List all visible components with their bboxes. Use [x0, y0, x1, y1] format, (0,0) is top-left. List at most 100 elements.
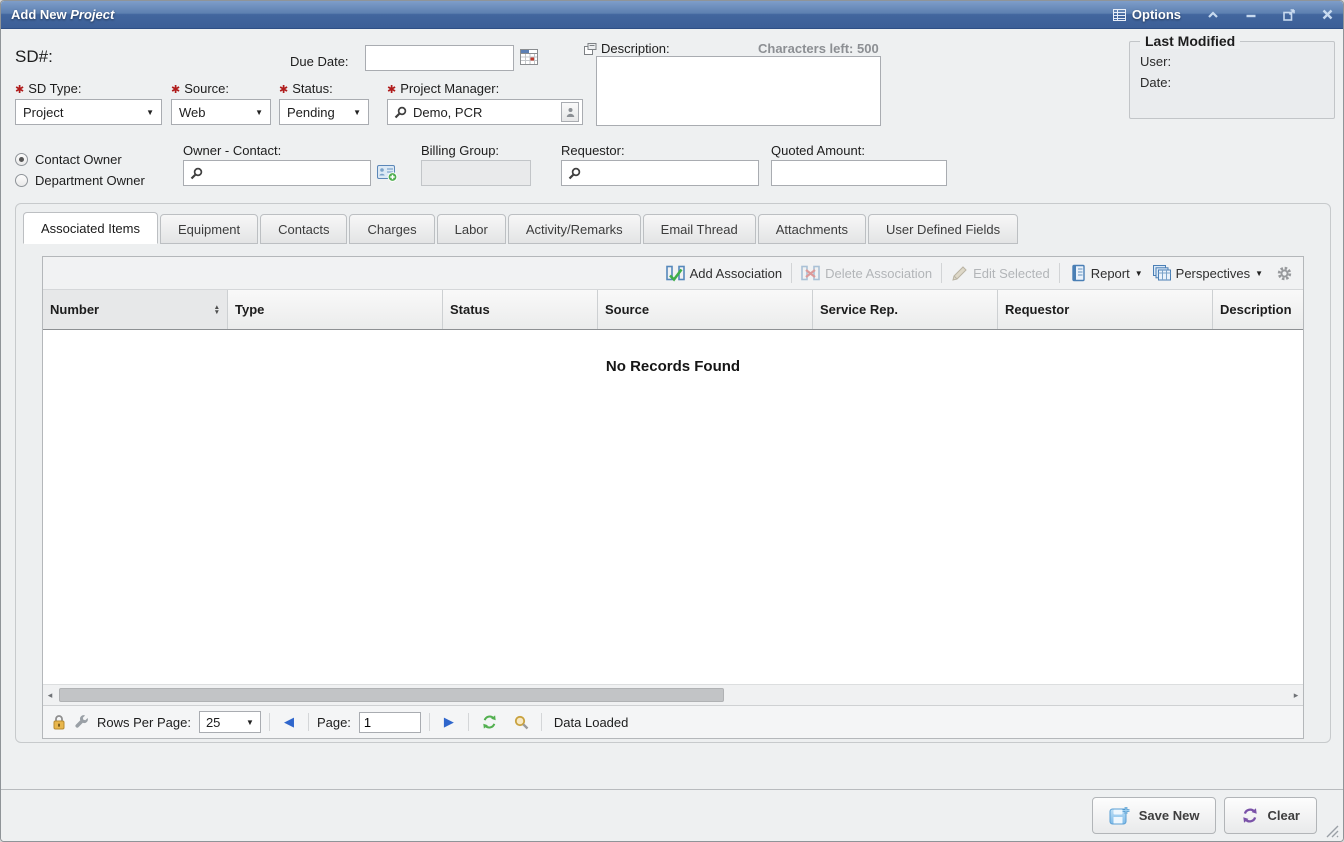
- required-asterisk-icon: ✱: [171, 84, 180, 96]
- quoted-amount-input[interactable]: [771, 160, 947, 186]
- due-date-input[interactable]: [365, 45, 514, 71]
- column-header-number[interactable]: Number ▲▼: [43, 290, 228, 329]
- tab-strip: Associated Items Equipment Contacts Char…: [23, 212, 1018, 244]
- column-header-source[interactable]: Source: [598, 290, 813, 329]
- required-asterisk-icon: ✱: [15, 84, 24, 96]
- titlebar: Add New Project Options: [1, 1, 1343, 29]
- billing-group-label: Billing Group:: [421, 143, 499, 158]
- column-header-service-rep[interactable]: Service Rep.: [813, 290, 998, 329]
- tab-email-thread[interactable]: Email Thread: [643, 214, 756, 244]
- page-input[interactable]: [359, 712, 421, 733]
- pager-separator: [429, 713, 430, 731]
- next-page-icon[interactable]: ▶: [438, 714, 460, 730]
- contact-owner-radio[interactable]: Contact Owner: [15, 152, 122, 167]
- tab-associated-items[interactable]: Associated Items: [23, 212, 158, 244]
- search-icon: [568, 167, 581, 180]
- required-asterisk-icon: ✱: [387, 84, 396, 96]
- grid-header-row: Number ▲▼ Type Status Source Service Rep…: [43, 290, 1303, 330]
- pagination-bar: Rows Per Page: 25 ▼ ◀ Page: ▶: [43, 705, 1303, 738]
- department-owner-label: Department Owner: [35, 173, 145, 188]
- last-modified-date-label: Date:: [1140, 75, 1171, 90]
- scrollbar-thumb[interactable]: [59, 688, 724, 702]
- gear-icon[interactable]: [1276, 265, 1293, 282]
- clear-refresh-icon: [1241, 807, 1259, 824]
- save-new-label: Save New: [1139, 808, 1200, 823]
- add-association-button[interactable]: Add Association: [666, 264, 783, 282]
- add-new-project-window: Add New Project Options SD#: Due Date: D…: [0, 0, 1344, 842]
- column-header-description[interactable]: Description: [1213, 290, 1303, 329]
- description-label: Description:: [601, 41, 670, 56]
- radio-selected-icon: [15, 153, 28, 166]
- toolbar-separator: [791, 263, 792, 283]
- dropdown-arrow-icon: ▼: [146, 108, 154, 117]
- popout-icon: [1283, 9, 1296, 21]
- scrollbar-track[interactable]: [57, 688, 1289, 703]
- refresh-icon[interactable]: [477, 714, 502, 730]
- clear-button[interactable]: Clear: [1224, 797, 1317, 834]
- close-icon: [1322, 9, 1333, 20]
- edit-selected-button[interactable]: Edit Selected: [951, 265, 1050, 282]
- collapse-button[interactable]: [1207, 10, 1219, 20]
- person-picker-button[interactable]: [561, 102, 579, 122]
- delete-association-button[interactable]: Delete Association: [801, 264, 932, 282]
- grid-toolbar: Add Association Delete Association Edit …: [43, 257, 1303, 290]
- dropdown-arrow-icon: ▼: [353, 108, 361, 117]
- tab-charges[interactable]: Charges: [349, 214, 434, 244]
- perspectives-label: Perspectives: [1176, 266, 1250, 281]
- previous-page-icon[interactable]: ◀: [278, 714, 300, 730]
- project-manager-field[interactable]: Demo, PCR: [387, 99, 583, 125]
- tab-contacts[interactable]: Contacts: [260, 214, 347, 244]
- description-popout-icon[interactable]: [584, 43, 597, 55]
- rows-per-page-select[interactable]: 25 ▼: [199, 711, 261, 733]
- column-header-type[interactable]: Type: [228, 290, 443, 329]
- dropdown-arrow-icon: ▼: [1135, 269, 1143, 278]
- tab-equipment[interactable]: Equipment: [160, 214, 258, 244]
- owner-contact-label: Owner - Contact:: [183, 143, 281, 158]
- options-label: Options: [1132, 7, 1181, 22]
- tab-attachments[interactable]: Attachments: [758, 214, 866, 244]
- window-title-prefix: Add New: [11, 7, 70, 22]
- popout-button[interactable]: [1283, 9, 1296, 21]
- status-select[interactable]: Pending ▼: [279, 99, 369, 125]
- department-owner-radio[interactable]: Department Owner: [15, 173, 145, 188]
- save-new-icon: [1109, 805, 1131, 826]
- sd-type-value: Project: [23, 105, 63, 120]
- horizontal-scrollbar[interactable]: ◂ ▸: [43, 684, 1303, 705]
- pager-separator: [541, 713, 542, 731]
- add-contact-card-icon[interactable]: [377, 164, 398, 182]
- column-header-status[interactable]: Status: [443, 290, 598, 329]
- options-button[interactable]: Options: [1113, 7, 1181, 22]
- sort-icon[interactable]: ▲▼: [214, 305, 220, 315]
- perspectives-button[interactable]: Perspectives ▼: [1152, 264, 1263, 282]
- footer-bar: Save New Clear: [1, 789, 1343, 841]
- lock-icon[interactable]: [52, 714, 66, 730]
- report-button[interactable]: Report ▼: [1069, 264, 1143, 282]
- owner-contact-field[interactable]: [183, 160, 371, 186]
- source-value: Web: [179, 105, 206, 120]
- tab-activity-remarks[interactable]: Activity/Remarks: [508, 214, 641, 244]
- pager-separator: [269, 713, 270, 731]
- rows-per-page-value: 25: [206, 715, 220, 730]
- tab-labor[interactable]: Labor: [437, 214, 506, 244]
- search-records-icon[interactable]: [510, 715, 533, 730]
- grid-body: No Records Found: [43, 330, 1303, 684]
- scroll-right-icon[interactable]: ▸: [1289, 690, 1303, 701]
- close-button[interactable]: [1322, 9, 1333, 20]
- scroll-left-icon[interactable]: ◂: [43, 690, 57, 701]
- calendar-icon[interactable]: [520, 48, 538, 65]
- sd-type-select[interactable]: Project ▼: [15, 99, 162, 125]
- report-label: Report: [1091, 266, 1130, 281]
- due-date-label: Due Date:: [290, 54, 349, 69]
- requestor-field[interactable]: [561, 160, 759, 186]
- source-select[interactable]: Web▼: [171, 99, 271, 125]
- grid-status-text: Data Loaded: [550, 715, 628, 730]
- window-resize-handle[interactable]: [1325, 824, 1339, 838]
- description-textarea[interactable]: [596, 56, 881, 126]
- column-header-requestor[interactable]: Requestor: [998, 290, 1213, 329]
- wrench-icon[interactable]: [74, 715, 89, 730]
- tab-user-defined-fields[interactable]: User Defined Fields: [868, 214, 1018, 244]
- toolbar-separator: [941, 263, 942, 283]
- status-value: Pending: [287, 105, 335, 120]
- save-new-button[interactable]: Save New: [1092, 797, 1217, 834]
- minimize-button[interactable]: [1245, 10, 1257, 20]
